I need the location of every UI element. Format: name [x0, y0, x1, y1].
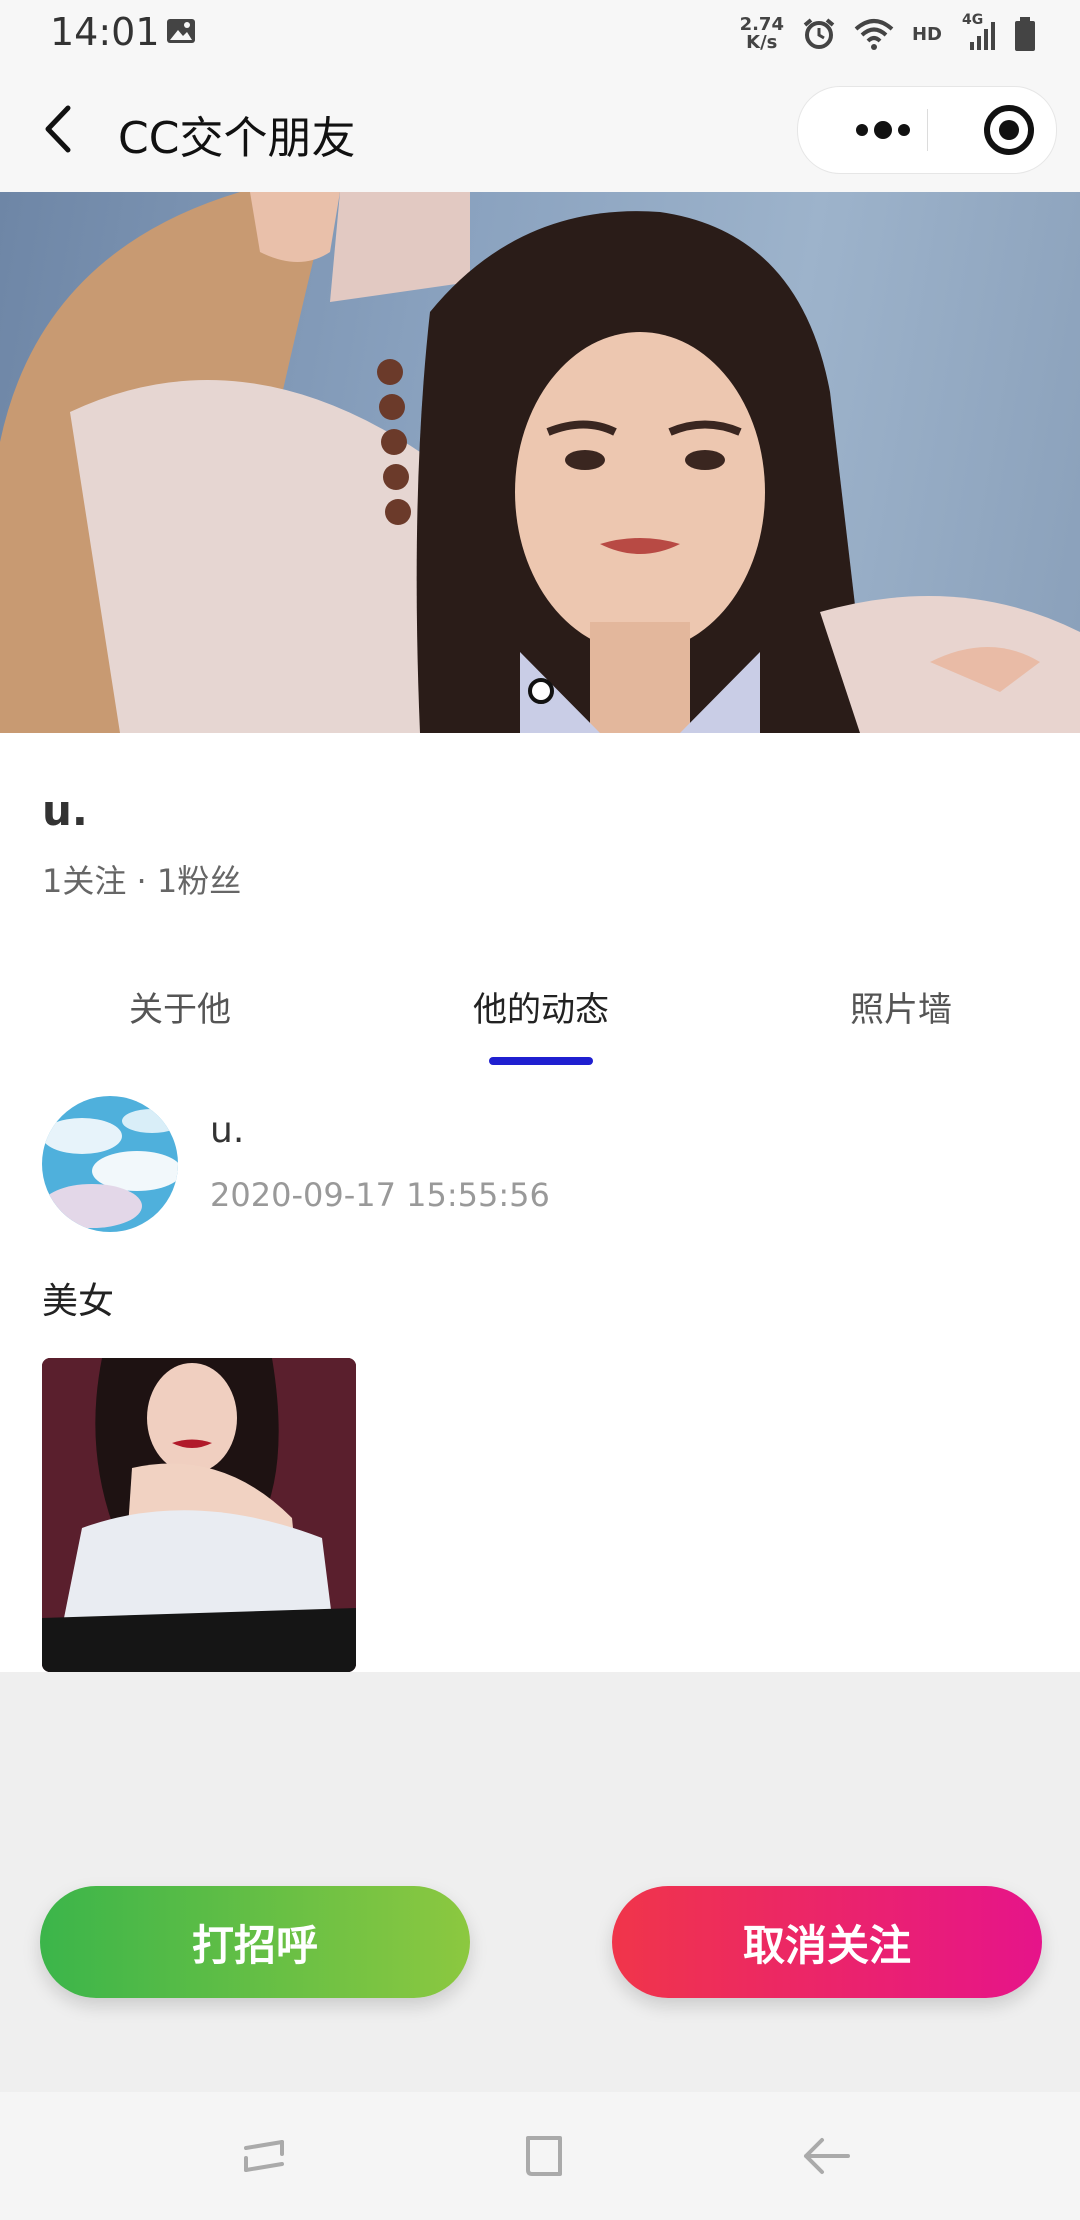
home-icon[interactable]: [516, 2128, 572, 2184]
post-timestamp: 2020-09-17 15:55:56: [210, 1176, 550, 1214]
title-bar: CC交个朋友: [0, 68, 1080, 192]
status-bar: 14:01 2.74 K/s HD 4G: [0, 0, 1080, 68]
miniapp-capsule: [797, 86, 1057, 174]
profile-username: u.: [42, 786, 88, 835]
image-icon: [167, 19, 195, 43]
post-image[interactable]: [42, 1358, 356, 1672]
page-title: CC交个朋友: [118, 113, 356, 164]
post-author: u.: [210, 1110, 245, 1151]
banner-photo: [0, 192, 1080, 733]
back-icon[interactable]: [34, 96, 90, 162]
alarm-icon: [803, 18, 835, 49]
hd-indicator: HD: [911, 23, 942, 45]
tab-about[interactable]: 关于他: [50, 982, 310, 1031]
avatar[interactable]: [42, 1096, 178, 1232]
profile-banner-image[interactable]: [0, 192, 1080, 733]
capsule-divider: [927, 109, 928, 151]
post-text: 美女: [42, 1281, 115, 1322]
carousel-indicator-dot: [528, 678, 554, 704]
status-time: 14:01: [50, 10, 160, 54]
tab-moments[interactable]: 他的动态: [411, 982, 671, 1031]
back-nav-icon[interactable]: [798, 2128, 854, 2184]
active-tab-indicator: [489, 1057, 593, 1065]
greet-button[interactable]: 打招呼: [40, 1886, 470, 1998]
battery-icon: [1015, 17, 1035, 51]
more-icon[interactable]: [828, 87, 938, 173]
target-icon[interactable]: [958, 87, 1056, 173]
network-speed: 2.74 K/s: [739, 14, 784, 53]
wifi-icon: [854, 19, 894, 50]
profile-stats[interactable]: 1关注 · 1粉丝: [42, 856, 241, 902]
action-area: [0, 1672, 1080, 2092]
signal-icon: 4G: [960, 12, 996, 52]
recents-icon[interactable]: [236, 2128, 292, 2184]
system-nav-bar: [0, 2092, 1080, 2220]
status-icons: 2.74 K/s HD 4G: [740, 12, 1036, 56]
unfollow-button[interactable]: 取消关注: [612, 1886, 1042, 1998]
tab-photo-wall[interactable]: 照片墙: [771, 982, 1031, 1031]
